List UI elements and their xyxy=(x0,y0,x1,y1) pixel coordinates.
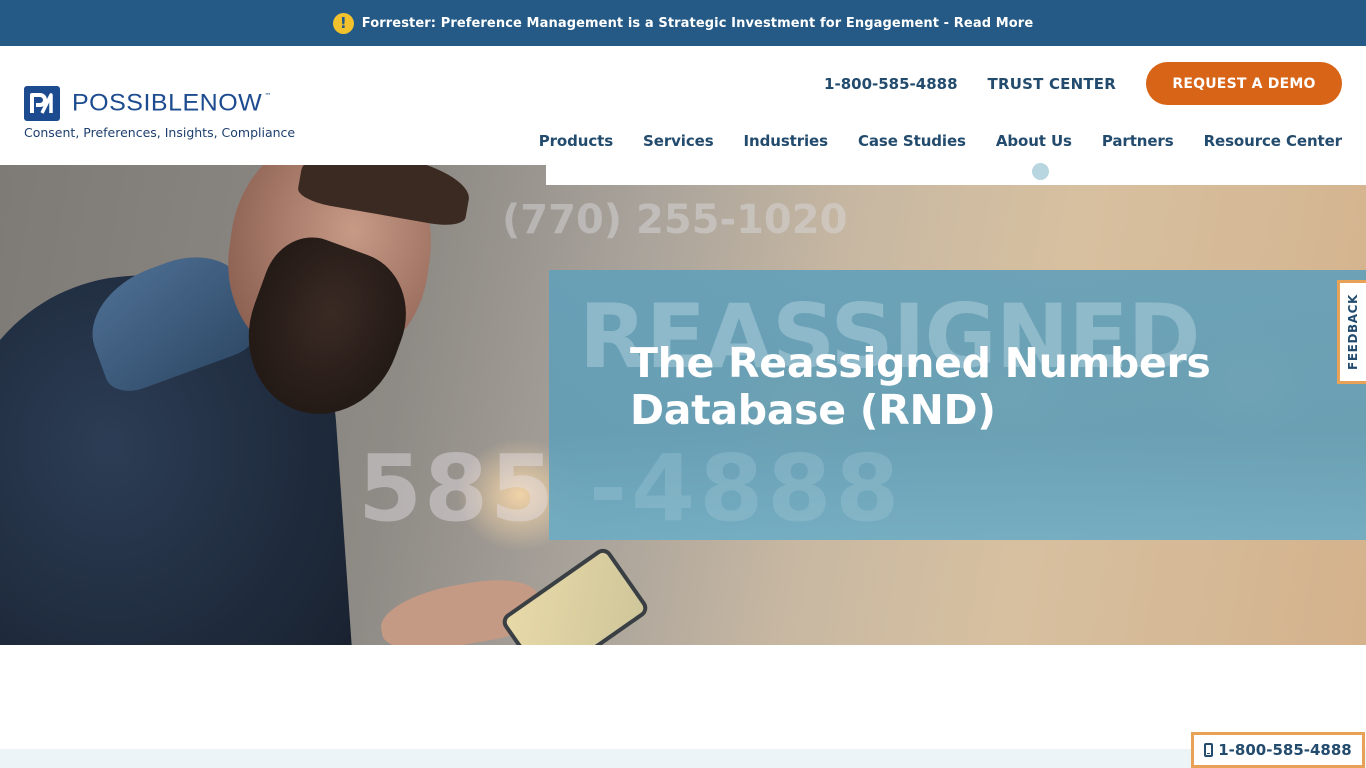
floating-call-button[interactable]: 1-800-585-4888 xyxy=(1191,732,1365,768)
logo-wordmark: POSSIBLENOW xyxy=(72,89,263,117)
nav-hover-indicator xyxy=(1032,163,1049,180)
next-section-band xyxy=(0,749,1366,768)
trust-center-link[interactable]: TRUST CENTER xyxy=(988,75,1116,93)
background-phone-number: (770) 255-1020 xyxy=(502,197,848,243)
announcement-bar: ! Forrester: Preference Management is a … xyxy=(0,0,1366,46)
feedback-label: FEEDBACK xyxy=(1346,294,1360,370)
nav-underlay-strip xyxy=(546,165,1366,185)
nav-item-industries[interactable]: Industries xyxy=(744,132,829,150)
nav-item-products[interactable]: Products xyxy=(539,132,613,150)
header-phone-link[interactable]: 1-800-585-4888 xyxy=(824,75,957,93)
background-digits-left: 585 xyxy=(358,435,557,542)
mobile-phone-icon xyxy=(1204,743,1214,757)
logo-row: POSSIBLENOW ™ xyxy=(24,86,295,121)
hero-title-panel: REASSIGNED -4888 The Reassigned Numbers … xyxy=(549,270,1366,540)
nav-item-case-studies[interactable]: Case Studies xyxy=(858,132,966,150)
nav-item-partners[interactable]: Partners xyxy=(1102,132,1174,150)
main-nav: Products Services Industries Case Studie… xyxy=(539,132,1342,150)
trademark: ™ xyxy=(264,92,272,100)
announcement-link[interactable]: Forrester: Preference Management is a St… xyxy=(362,16,1033,31)
page-title: The Reassigned Numbers Database (RND) xyxy=(630,339,1211,434)
background-digits-right: -4888 xyxy=(589,435,904,540)
utility-nav: 1-800-585-4888 TRUST CENTER REQUEST A DE… xyxy=(824,62,1342,105)
logo-mark-icon xyxy=(24,86,60,121)
exclamation-icon: ! xyxy=(332,12,354,34)
nav-item-services[interactable]: Services xyxy=(643,132,714,150)
logo[interactable]: POSSIBLENOW ™ Consent, Preferences, Insi… xyxy=(24,86,295,140)
logo-tagline: Consent, Preferences, Insights, Complian… xyxy=(24,125,296,140)
request-demo-button[interactable]: REQUEST A DEMO xyxy=(1146,62,1342,105)
hero-banner: (770) 255-1020 585 REASSIGNED -4888 The … xyxy=(0,165,1366,645)
site-header: POSSIBLENOW ™ Consent, Preferences, Insi… xyxy=(0,46,1366,165)
nav-item-about-us[interactable]: About Us xyxy=(996,132,1072,150)
nav-item-resource-center[interactable]: Resource Center xyxy=(1204,132,1343,150)
feedback-tab[interactable]: FEEDBACK xyxy=(1337,280,1366,384)
floating-call-number: 1-800-585-4888 xyxy=(1218,741,1352,759)
